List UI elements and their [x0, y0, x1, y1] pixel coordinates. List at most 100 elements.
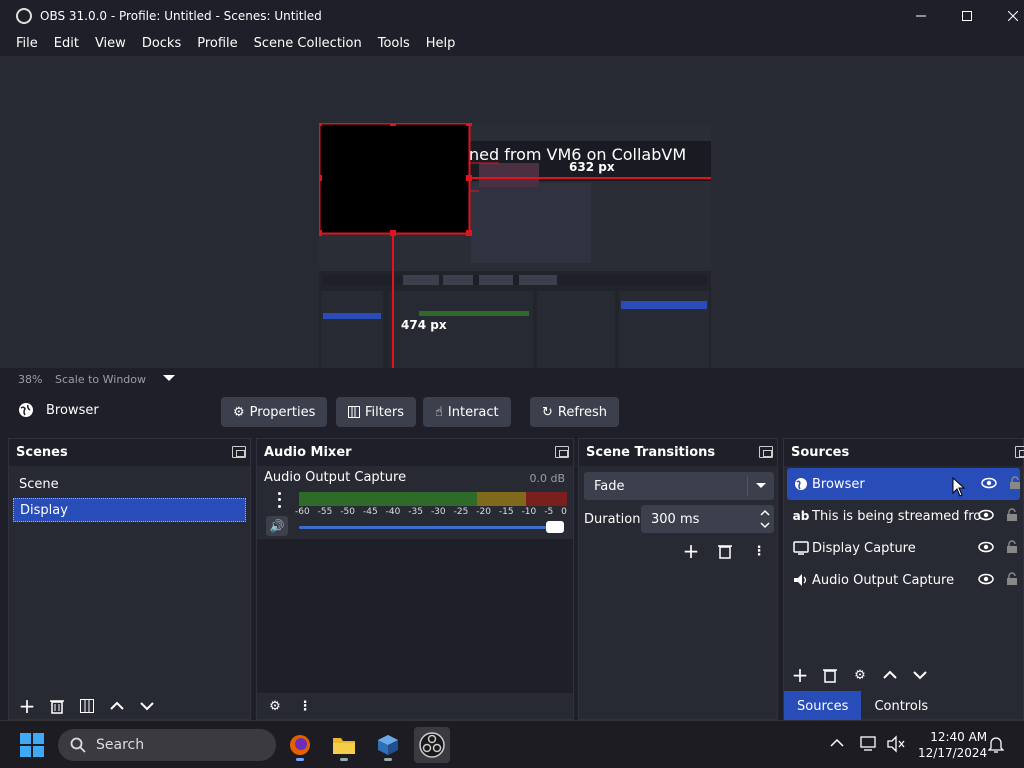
- minimize-button[interactable]: [898, 0, 944, 31]
- refresh-label: Refresh: [557, 404, 607, 420]
- eye-icon[interactable]: [981, 477, 997, 489]
- clock-time: 12:40 AM: [930, 730, 988, 744]
- menu-docks[interactable]: Docks: [134, 36, 189, 51]
- duration-label: Duration: [584, 512, 641, 527]
- taskbar-search[interactable]: Search: [58, 729, 276, 761]
- obs-window: OBS 31.0.0 - Profile: Untitled - Scenes:…: [0, 0, 1024, 768]
- zoom-mode-select[interactable]: Scale to Window: [55, 373, 146, 386]
- source-properties-button[interactable]: ⚙: [848, 663, 872, 687]
- firefox-app[interactable]: [282, 727, 318, 763]
- channel-menu-button[interactable]: [271, 490, 287, 510]
- scene-item-scene[interactable]: Scene: [9, 470, 250, 498]
- lock-icon[interactable]: [1006, 540, 1018, 554]
- lock-icon[interactable]: [1006, 572, 1018, 586]
- chevron-down-icon[interactable]: [163, 375, 175, 381]
- add-scene-button[interactable]: +: [15, 694, 39, 718]
- transition-buttons: + ⋮: [679, 539, 771, 563]
- mute-button[interactable]: 🔊: [266, 516, 288, 536]
- chevron-up-icon: [830, 738, 844, 747]
- eye-icon[interactable]: [978, 509, 994, 521]
- meter-tick: -5: [544, 507, 554, 517]
- scene-transitions-title: Scene Transitions: [586, 445, 716, 460]
- advanced-audio-button[interactable]: ⚙: [263, 694, 287, 718]
- menu-profile[interactable]: Profile: [189, 36, 245, 51]
- show-hidden-icons-button[interactable]: [830, 737, 844, 752]
- source-item-audio-output[interactable]: Audio Output Capture: [784, 564, 1023, 596]
- refresh-button[interactable]: ↻ Refresh: [530, 397, 619, 427]
- virtualbox-app[interactable]: [370, 727, 406, 763]
- trash-icon: [718, 545, 732, 559]
- filter-icon: [80, 699, 94, 713]
- interact-button[interactable]: ☝ Interact: [423, 397, 511, 427]
- source-item-browser[interactable]: Browser: [787, 468, 1020, 500]
- selected-source-label: Browser: [46, 402, 99, 418]
- search-icon: [70, 737, 86, 753]
- firefox-icon: [290, 735, 310, 755]
- obs-app[interactable]: [414, 727, 450, 763]
- properties-button[interactable]: ⚙ Properties: [221, 397, 328, 427]
- notifications-button[interactable]: [987, 735, 1005, 757]
- undock-icon[interactable]: [1015, 446, 1024, 458]
- undock-icon[interactable]: [759, 446, 773, 458]
- clock[interactable]: 12:40 AM 12/17/2024: [918, 729, 987, 761]
- bell-icon: [987, 737, 1005, 753]
- source-item-text[interactable]: ab This is being streamed from: [784, 500, 1023, 532]
- menu-scene-collection[interactable]: Scene Collection: [246, 36, 370, 51]
- menu-view[interactable]: View: [87, 36, 134, 51]
- remove-source-button[interactable]: [818, 663, 842, 687]
- move-scene-down-button[interactable]: [135, 694, 159, 718]
- search-label: Search: [96, 737, 145, 753]
- tab-sources[interactable]: Sources: [784, 691, 862, 721]
- eye-icon[interactable]: [978, 541, 994, 553]
- move-source-up-button[interactable]: [878, 663, 902, 687]
- trash-icon: [823, 669, 837, 683]
- eye-icon[interactable]: [978, 573, 994, 585]
- lock-icon[interactable]: [1006, 508, 1018, 522]
- remove-transition-button[interactable]: [713, 539, 737, 563]
- mixer-menu-button[interactable]: ⋮: [293, 694, 317, 718]
- volume-slider-handle[interactable]: [546, 521, 564, 533]
- taskbar: Search 12:40 AM 12/17/2024: [0, 720, 1024, 768]
- volume-slider[interactable]: [299, 526, 563, 529]
- mixer-empty-area: [257, 539, 573, 697]
- transition-select[interactable]: Fade: [584, 472, 774, 500]
- filters-button[interactable]: Filters: [336, 397, 416, 427]
- speaker-icon: [792, 572, 810, 588]
- maximize-button[interactable]: [944, 0, 990, 31]
- file-explorer-app[interactable]: [326, 727, 362, 763]
- start-button[interactable]: [20, 733, 44, 757]
- scene-transitions-dock: Scene Transitions Fade Duration 300 ms +…: [578, 438, 778, 720]
- network-status[interactable]: [860, 735, 878, 757]
- volume-status[interactable]: [887, 735, 905, 757]
- source-label: This is being streamed from: [812, 508, 982, 524]
- scene-filters-button[interactable]: [75, 694, 99, 718]
- tab-controls[interactable]: Controls: [861, 691, 941, 721]
- close-button[interactable]: [990, 0, 1024, 31]
- chevron-up-icon[interactable]: [760, 509, 770, 519]
- menu-help[interactable]: Help: [418, 36, 464, 51]
- scene-item-display[interactable]: Display: [13, 498, 246, 522]
- move-scene-up-button[interactable]: [105, 694, 129, 718]
- scenes-footer: +: [9, 693, 250, 719]
- meter-tick: -55: [317, 507, 333, 517]
- transition-value: Fade: [594, 478, 625, 494]
- add-transition-button[interactable]: +: [679, 539, 703, 563]
- source-item-display-capture[interactable]: Display Capture: [784, 532, 1023, 564]
- menu-tools[interactable]: Tools: [370, 36, 418, 51]
- preview-area[interactable]: ned from VM6 on CollabVM 632 px 474 px: [0, 56, 1024, 415]
- menu-file[interactable]: File: [8, 36, 46, 51]
- chevron-down-icon[interactable]: [760, 521, 770, 531]
- meter-ticks: -60 -55 -50 -45 -40 -35 -30 -25 -20 -15 -10 -5 0: [295, 507, 567, 517]
- undock-icon[interactable]: [232, 446, 246, 458]
- lock-icon[interactable]: [1009, 476, 1021, 490]
- undock-icon[interactable]: [555, 446, 569, 458]
- meter-tick: -35: [408, 507, 423, 517]
- duration-field[interactable]: 300 ms: [641, 505, 774, 533]
- remove-scene-button[interactable]: [45, 694, 69, 718]
- plus-icon: +: [682, 539, 700, 563]
- transition-menu-button[interactable]: ⋮: [747, 539, 771, 563]
- add-source-button[interactable]: +: [788, 663, 812, 687]
- scene-item-label: Scene: [19, 476, 59, 492]
- move-source-down-button[interactable]: [908, 663, 932, 687]
- menu-edit[interactable]: Edit: [46, 36, 87, 51]
